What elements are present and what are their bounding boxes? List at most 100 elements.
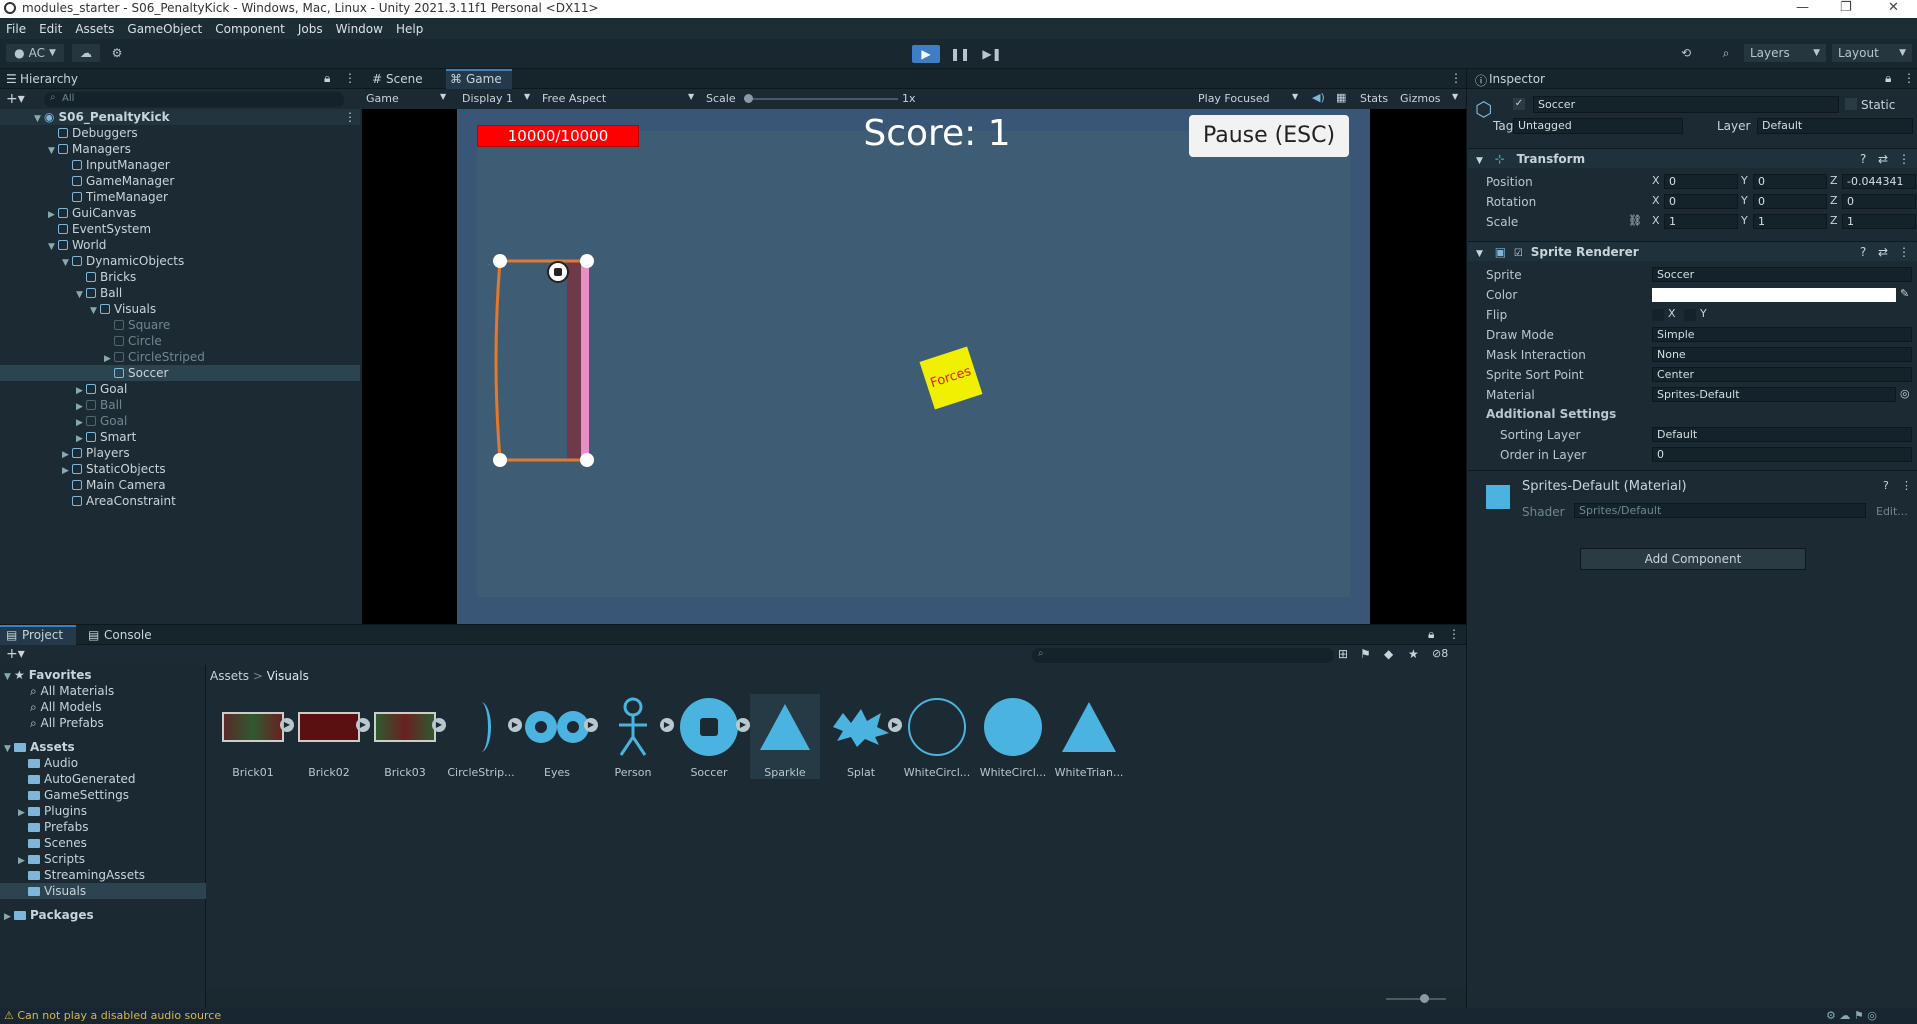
asset-item[interactable]: WhiteTrian... (1054, 694, 1124, 779)
sprite-renderer-header[interactable]: ▼ ▣ ☑ Sprite Renderer ? ⇄ ⋮ (1468, 241, 1917, 261)
scale-z-field[interactable]: 1 (1842, 214, 1916, 229)
goal-handle-top-left[interactable] (493, 254, 507, 268)
gizmos-dropdown[interactable]: Gizmos (1400, 92, 1441, 105)
axis-y-label[interactable]: Y (1741, 214, 1748, 227)
play-focused-dropdown[interactable]: Play Focused (1198, 92, 1270, 105)
more-icon[interactable]: ⋮ (344, 109, 356, 125)
asset-item[interactable]: ▶ Brick03 (370, 694, 446, 779)
lock-icon[interactable]: 🔒︎ (1428, 627, 1434, 642)
lock-icon[interactable]: 🔒︎ (324, 71, 330, 86)
close-button[interactable]: ✕ (1888, 0, 1899, 15)
axis-x-label[interactable]: X (1652, 194, 1660, 207)
hierarchy-item[interactable]: Soccer (0, 365, 360, 381)
menu-gameobject[interactable]: GameObject (127, 22, 202, 36)
project-folder[interactable]: AutoGenerated (0, 771, 206, 787)
sort-point-dropdown[interactable]: Center (1652, 367, 1912, 382)
asset-item[interactable]: WhiteCircl... (902, 694, 972, 779)
edit-shader-button[interactable]: Edit... (1876, 505, 1908, 518)
hierarchy-item[interactable]: AreaConstraint (0, 493, 360, 509)
transform-header[interactable]: ▼ ⊹ Transform ? ⇄ ⋮ (1468, 148, 1917, 168)
step-button[interactable]: ▶❚ (978, 45, 1006, 63)
play-button[interactable]: ▶ (912, 45, 940, 63)
expand-sprite-icon[interactable]: ▶ (508, 718, 522, 732)
sprite-field[interactable]: Soccer (1652, 267, 1912, 282)
expand-sprite-icon[interactable]: ▶ (432, 718, 446, 732)
goal-handle-bottom-right[interactable] (580, 453, 594, 467)
goal-handle-bottom-left[interactable] (493, 453, 507, 467)
position-x-field[interactable]: 0 (1664, 174, 1738, 189)
project-folder[interactable]: ▶ Plugins (0, 803, 206, 819)
project-folder[interactable]: StreamingAssets (0, 867, 206, 883)
axis-y-label[interactable]: Y (1741, 174, 1748, 187)
lock-icon[interactable]: 🔒︎ (1885, 71, 1891, 86)
expand-sprite-icon[interactable]: ▶ (280, 718, 294, 732)
mask-interaction-dropdown[interactable]: None (1652, 347, 1912, 362)
shader-dropdown[interactable]: Sprites/Default (1574, 503, 1866, 518)
layout-dropdown[interactable]: Layout ▼ (1832, 44, 1912, 62)
active-checkbox[interactable]: ✓ (1513, 98, 1525, 110)
hierarchy-item[interactable]: ▼ Managers (0, 141, 360, 157)
fav-all-prefabs[interactable]: ⌕ All Prefabs (0, 715, 206, 731)
flip-y-checkbox[interactable] (1684, 309, 1696, 321)
menu-component[interactable]: Component (215, 22, 285, 36)
tab-inspector[interactable]: Inspector (1489, 72, 1545, 86)
color-swatch[interactable] (1652, 288, 1896, 302)
menu-help[interactable]: Help (396, 22, 423, 36)
scene-row[interactable]: ▼ ◉ S06_PenaltyKick ⋮ (0, 109, 360, 125)
breadcrumb-assets[interactable]: Assets (210, 669, 249, 683)
menu-assets[interactable]: Assets (75, 22, 114, 36)
asset-item[interactable]: Sparkle (750, 694, 820, 779)
history-icon[interactable]: ⟲ (1674, 44, 1698, 62)
more-icon[interactable]: ⋮ (1901, 479, 1912, 492)
rotation-x-field[interactable]: 0 (1664, 194, 1738, 209)
star-icon[interactable]: ★ (1408, 647, 1419, 661)
enabled-checkbox[interactable]: ☑ (1514, 248, 1523, 259)
project-folder[interactable]: ▶ Scripts (0, 851, 206, 867)
axis-z-label[interactable]: Z (1830, 194, 1838, 207)
hidden-packages-icon[interactable]: ⊘8 (1432, 647, 1448, 660)
expand-sprite-icon[interactable]: ▶ (660, 718, 674, 732)
hierarchy-item[interactable]: ▶ CircleStriped (0, 349, 360, 365)
display-mode-dropdown[interactable]: Game (366, 92, 399, 105)
tab-game[interactable]: ⌘ Game (446, 69, 512, 89)
asset-item[interactable]: ▶ Person (598, 694, 674, 779)
hierarchy-item[interactable]: ▼ Visuals (0, 301, 360, 317)
menu-window[interactable]: Window (336, 22, 383, 36)
hierarchy-item[interactable]: ▼ World (0, 237, 360, 253)
add-icon[interactable]: +▾ (6, 91, 25, 107)
expand-sprite-icon[interactable]: ▶ (584, 718, 598, 732)
hierarchy-item[interactable]: ▶ Goal (0, 381, 360, 397)
hierarchy-item[interactable]: ▶ Players (0, 445, 360, 461)
stats-button[interactable]: Stats (1360, 92, 1388, 105)
add-component-button[interactable]: Add Component (1580, 548, 1806, 570)
status-message[interactable]: Can not play a disabled audio source (17, 1009, 221, 1022)
rotation-y-field[interactable]: 0 (1753, 194, 1827, 209)
layers-dropdown[interactable]: Layers ▼ (1744, 44, 1826, 62)
tab-hierarchy[interactable]: Hierarchy (20, 72, 78, 86)
menu-jobs[interactable]: Jobs (298, 22, 323, 36)
more-icon[interactable]: ⋮ (1903, 71, 1915, 85)
fav-all-materials[interactable]: ⌕ All Materials (0, 683, 206, 699)
asset-item[interactable]: ▶ Brick01 (218, 694, 294, 779)
help-icon[interactable]: ? (1860, 242, 1866, 262)
search-icon[interactable]: ⌕ (1714, 44, 1738, 62)
hierarchy-item[interactable]: Bricks (0, 269, 360, 285)
axis-y-label[interactable]: Y (1741, 194, 1748, 207)
hierarchy-item[interactable]: Circle (0, 333, 360, 349)
tab-console[interactable]: Console (104, 628, 152, 642)
flip-x-checkbox[interactable] (1652, 309, 1664, 321)
packages-row[interactable]: ▶ Packages (0, 907, 206, 923)
status-icons[interactable]: ⚙ ☁ ⚑ ◎ (1826, 1008, 1877, 1024)
game-canvas[interactable]: 10000/10000 Score: 1 Pause (ESC) Forces (457, 109, 1370, 624)
zoom-slider[interactable] (1386, 998, 1446, 1000)
add-icon[interactable]: +▾ (6, 646, 25, 662)
object-name-field[interactable]: Soccer (1533, 96, 1839, 113)
label-icon[interactable]: ◆ (1384, 647, 1393, 661)
object-picker-icon[interactable]: ◎ (1900, 387, 1910, 400)
hierarchy-item[interactable]: ▶ GuiCanvas (0, 205, 360, 221)
more-icon[interactable]: ⋮ (1898, 242, 1910, 262)
project-search[interactable]: ⌕ (1032, 648, 1334, 663)
hierarchy-item[interactable]: TimeManager (0, 189, 360, 205)
position-z-field[interactable]: -0.044341 (1842, 174, 1916, 189)
asset-item[interactable]: ▶ Soccer (674, 694, 750, 779)
